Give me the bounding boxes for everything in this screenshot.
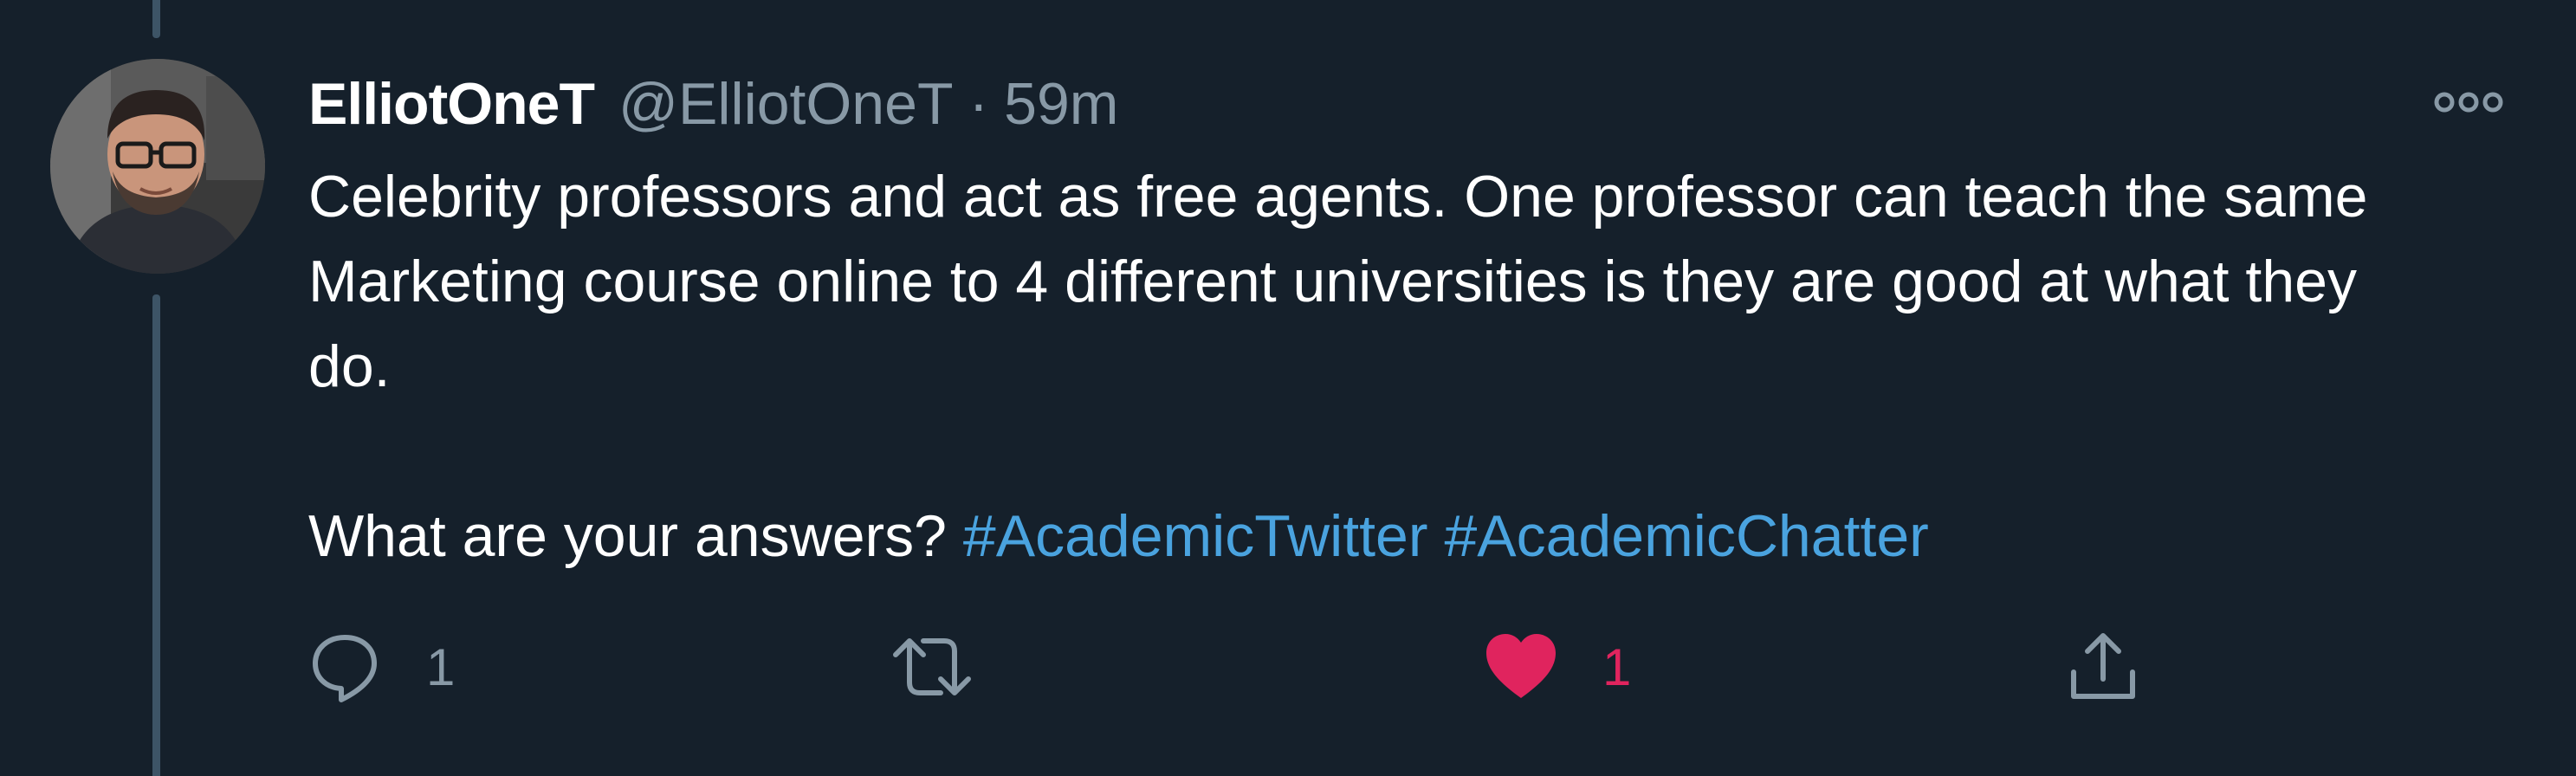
tweet-text-line: Marketing course online to 4 different u… — [308, 249, 2357, 314]
like-button[interactable]: 1 — [1485, 624, 1631, 710]
reply-button[interactable]: 1 — [308, 624, 455, 710]
more-options-button[interactable] — [2432, 83, 2505, 121]
paragraph-break — [308, 409, 2491, 494]
tweet-header: ElliotOneT @ElliotOneT · 59m — [308, 69, 1118, 139]
share-icon — [2071, 633, 2135, 699]
tweet-text-question-line: What are your answers? #AcademicTwitter … — [308, 494, 2491, 579]
tweet-actions: 1 1 — [308, 624, 2387, 710]
thread-line-top — [152, 0, 160, 38]
hashtag-link[interactable]: #AcademicChatter — [1444, 503, 1928, 569]
author-display-name[interactable]: ElliotOneT — [308, 70, 595, 138]
more-horizontal-icon — [2434, 92, 2503, 113]
tweet-text-line: do. — [308, 333, 391, 399]
tweet-timestamp[interactable]: 59m — [1004, 70, 1118, 138]
tweet-text-line: Celebrity professors and act as free age… — [308, 164, 2368, 230]
hashtag-link[interactable]: #AcademicTwitter — [963, 503, 1428, 569]
reply-icon — [313, 635, 377, 702]
header-separator: · — [968, 71, 989, 137]
thread-line-bottom — [152, 294, 160, 776]
avatar[interactable] — [50, 59, 265, 274]
tweet-text: Celebrity professors and act as free age… — [308, 154, 2491, 579]
avatar-image — [50, 59, 265, 274]
retweet-icon — [893, 638, 971, 695]
like-count: 1 — [1602, 637, 1632, 696]
author-handle[interactable]: @ElliotOneT — [618, 70, 953, 138]
tweet[interactable]: ElliotOneT @ElliotOneT · 59m Celebrity p… — [0, 0, 2576, 776]
reply-count: 1 — [426, 637, 456, 696]
retweet-button[interactable] — [889, 624, 1020, 710]
heart-icon — [1486, 634, 1556, 698]
share-button[interactable] — [2067, 624, 2139, 710]
tweet-question: What are your answers? — [308, 503, 947, 569]
